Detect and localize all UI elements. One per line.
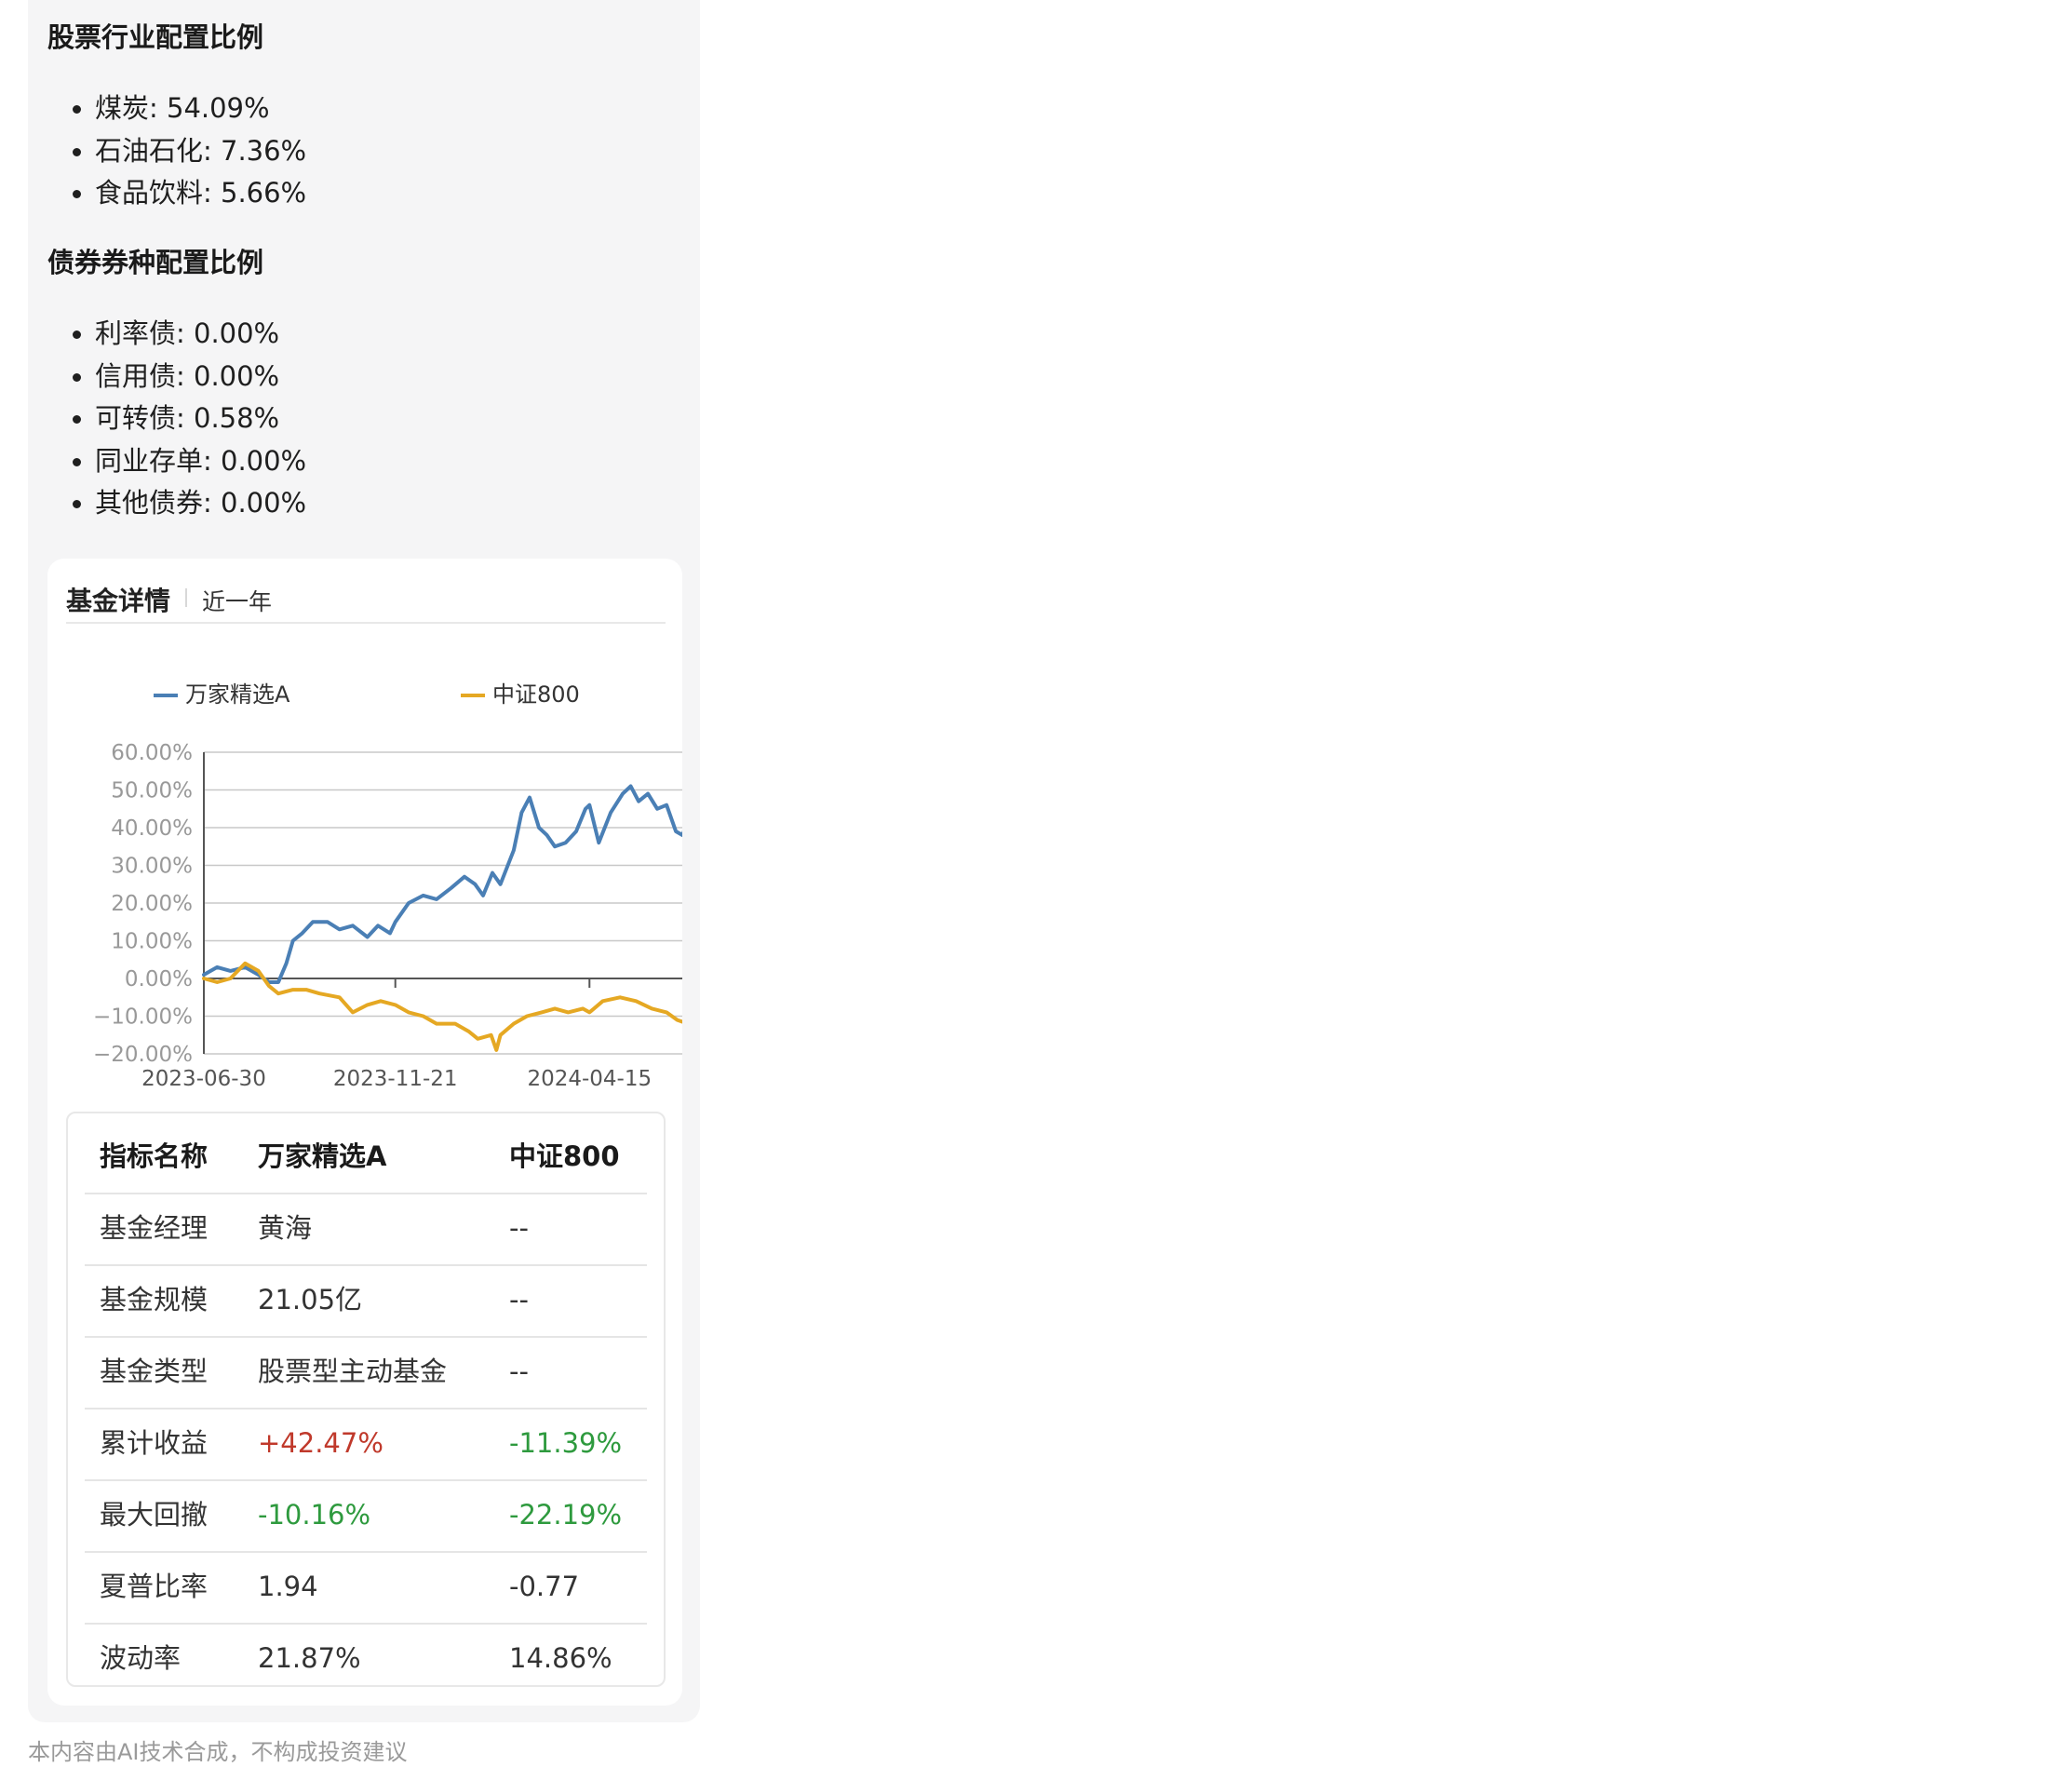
y-tick-label: 10.00%: [111, 930, 193, 954]
index-series-line: [202, 961, 682, 1052]
header-metric-name: 指标名称: [100, 1140, 209, 1172]
answer-panel: 股票行业配置比例 煤炭: 54.09% 石油石化: 7.36% 食品饮料: 5.66…: [28, 0, 700, 1722]
metric-label: 最大回撤: [100, 1499, 209, 1531]
bond-allocation-list: 利率债: 0.00% 信用债: 0.00% 可转债: 0.58% 同业存单: 0.00…: [72, 313, 306, 525]
header-index: 中证800: [509, 1140, 620, 1172]
stock-allocation-item: 石油石化: 7.36%: [72, 130, 306, 173]
y-tick-label: 60.00%: [111, 741, 193, 765]
y-tick-label: 30.00%: [111, 855, 193, 879]
x-tick-label: 2023-11-21: [333, 1067, 458, 1091]
table-row: 基金类型 股票型主动基金 --: [85, 1336, 647, 1410]
table-row: 基金规模 21.05亿 --: [85, 1264, 647, 1338]
card-title: 基金详情: [66, 586, 171, 616]
table-header-row: 指标名称 万家精选A 中证800: [85, 1121, 647, 1194]
fund-detail-card[interactable]: 基金详情 近一年 万家精选A 中证800 60.00% 50.00% 40.00% 3…: [47, 559, 682, 1706]
header-fund: 万家精选A: [258, 1140, 387, 1172]
table-row: 夏普比率 1.94 -0.77: [85, 1551, 647, 1625]
y-tick-label: 50.00%: [111, 779, 193, 803]
bond-allocation-item: 可转债: 0.58%: [72, 398, 306, 440]
metric-index-value: -11.39%: [509, 1427, 623, 1459]
y-tick-label: 40.00%: [111, 816, 193, 841]
metrics-table: 指标名称 万家精选A 中证800 基金经理 黄海 -- 基金规模 21.05亿 -- 基金类型 股票…: [66, 1112, 666, 1687]
metric-index-value: 14.86%: [509, 1642, 612, 1674]
metric-fund-value: 21.05亿: [258, 1284, 363, 1315]
y-tick-label: −20.00%: [93, 1043, 193, 1067]
metric-index-value: -22.19%: [509, 1499, 623, 1531]
time-range-label[interactable]: 近一年: [202, 584, 272, 617]
y-tick-label: −10.00%: [93, 1005, 193, 1030]
metric-label: 基金规模: [100, 1284, 209, 1315]
card-header: 基金详情 近一年: [66, 577, 666, 624]
metric-fund-value: 股票型主动基金: [258, 1356, 448, 1387]
y-tick-label: 0.00%: [125, 967, 193, 991]
table-row: 基金经理 黄海 --: [85, 1193, 647, 1266]
legend-index[interactable]: 中证800: [461, 676, 580, 708]
bond-allocation-item: 同业存单: 0.00%: [72, 440, 306, 483]
bond-allocation-item: 其他债券: 0.00%: [72, 482, 306, 525]
disclaimer: 本内容由AI技术合成，不构成投资建议: [28, 1739, 408, 1765]
legend-fund-label: 万家精选A: [185, 681, 290, 708]
metric-label: 基金类型: [100, 1356, 209, 1387]
metric-index-value: --: [509, 1284, 529, 1315]
stock-allocation-item: 煤炭: 54.09%: [72, 88, 306, 130]
fund-series-line: [202, 784, 682, 984]
stock-allocation-title: 股票行业配置比例: [47, 21, 264, 53]
legend-fund[interactable]: 万家精选A: [154, 676, 289, 708]
table-row: 最大回撤 -10.16% -22.19%: [85, 1479, 647, 1553]
stock-allocation-item: 食品饮料: 5.66%: [72, 172, 306, 215]
metric-index-value: --: [509, 1212, 529, 1244]
legend-index-label: 中证800: [492, 681, 580, 708]
metric-fund-value: 黄海: [258, 1212, 313, 1244]
header-divider: [185, 588, 187, 607]
bond-allocation-title: 债券券种配置比例: [47, 247, 264, 278]
metric-label: 波动率: [100, 1642, 182, 1674]
metric-label: 夏普比率: [100, 1571, 209, 1602]
bond-allocation-item: 信用债: 0.00%: [72, 356, 306, 398]
legend-fund-swatch: [154, 694, 178, 697]
metric-index-value: --: [509, 1356, 529, 1387]
bond-allocation-item: 利率债: 0.00%: [72, 313, 306, 356]
metric-label: 累计收益: [100, 1427, 209, 1459]
metric-index-value: -0.77: [509, 1571, 580, 1602]
x-tick-label: 2024-04-15: [527, 1067, 652, 1091]
metric-label: 基金经理: [100, 1212, 209, 1244]
metric-fund-value: 21.87%: [258, 1642, 361, 1674]
y-tick-label: 20.00%: [111, 892, 193, 916]
legend-index-swatch: [461, 694, 485, 697]
performance-chart[interactable]: 60.00% 50.00% 40.00% 30.00% 20.00% 10.00% 0.00…: [47, 726, 682, 1099]
metric-fund-value: 1.94: [258, 1571, 318, 1602]
table-row: 累计收益 +42.47% -11.39%: [85, 1408, 647, 1481]
metric-fund-value: +42.47%: [258, 1427, 383, 1459]
stock-allocation-list: 煤炭: 54.09% 石油石化: 7.36% 食品饮料: 5.66%: [72, 88, 306, 215]
x-tick-label: 2023-06-30: [141, 1067, 266, 1091]
table-row: 波动率 21.87% 14.86%: [85, 1623, 647, 1694]
metric-fund-value: -10.16%: [258, 1499, 371, 1531]
